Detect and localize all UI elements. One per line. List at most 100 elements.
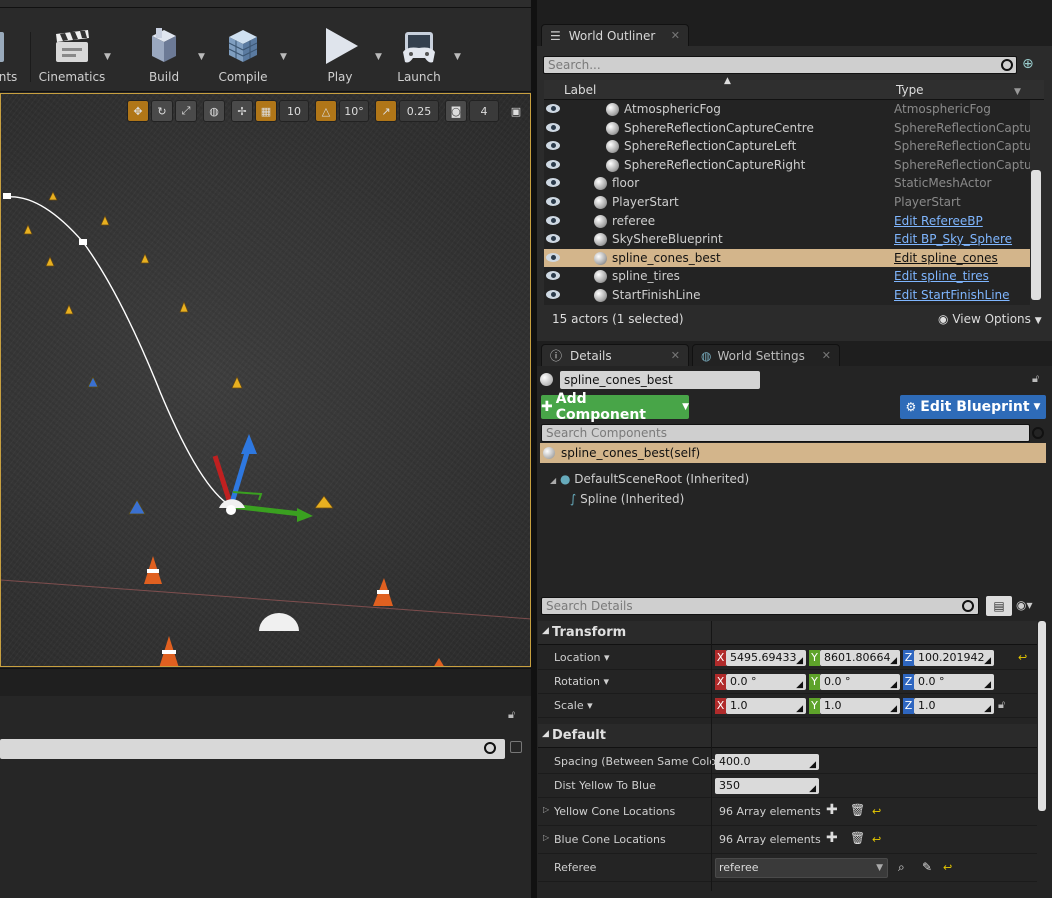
property-column-divider[interactable] — [711, 621, 712, 891]
chevron-down-icon[interactable]: ▼ — [1014, 87, 1021, 97]
toolbar-content-button[interactable]: nts — [0, 26, 20, 84]
visibility-eye-icon[interactable] — [546, 178, 560, 188]
eyedropper-icon[interactable]: ✎ — [922, 860, 932, 874]
toolbar-cinematics-button[interactable]: Cinematics — [38, 26, 106, 84]
col-label[interactable]: Label — [564, 83, 596, 97]
close-icon[interactable]: ✕ — [671, 349, 680, 362]
world-space-icon[interactable]: ◍ — [203, 100, 225, 122]
search-details-input[interactable]: Search Details — [541, 597, 979, 615]
reset-to-default-icon[interactable]: ↩ — [943, 861, 952, 874]
build-dropdown-icon[interactable]: ▼ — [198, 52, 205, 62]
outliner-row[interactable]: floor StaticMeshActor — [544, 174, 1030, 193]
save-search-icon[interactable] — [510, 741, 522, 753]
level-viewport[interactable]: ✥ ↻ ⤢ ◍ ✢ ▦ 10 △ 10° ↗ 0.25 ◙ 4 ▣ — [0, 93, 531, 667]
cinematics-dropdown-icon[interactable]: ▼ — [104, 52, 111, 62]
outliner-row[interactable]: SkyShereBlueprint Edit BP_Sky_Sphere — [544, 230, 1030, 249]
component-self-row[interactable]: spline_cones_best(self) — [540, 443, 1046, 463]
search-components-input[interactable]: Search Components — [541, 424, 1030, 442]
visibility-eye-icon[interactable] — [546, 196, 560, 206]
camera-speed-value[interactable]: 4 — [469, 100, 499, 122]
edit-blueprint-link[interactable]: Edit spline_tires — [894, 269, 989, 283]
reset-to-default-icon[interactable]: ↩ — [872, 833, 881, 846]
outliner-row[interactable]: SphereReflectionCaptureRight SphereReflec… — [544, 156, 1030, 175]
add-component-button[interactable]: ✚ Add Component ▼ — [541, 391, 689, 423]
property-matrix-icon[interactable]: ▤ — [986, 596, 1012, 616]
browse-search-icon[interactable]: ⌕ — [898, 860, 905, 875]
location-x-field[interactable]: 5495.69433 ◢ — [726, 650, 806, 666]
dist-field[interactable]: 350 ◢ — [715, 778, 819, 794]
bottom-search-input[interactable] — [0, 739, 505, 759]
component-root-row[interactable]: ◢ ● DefaultSceneRoot (Inherited) — [550, 472, 749, 486]
tab-details[interactable]: ⓘ Details ✕ — [541, 344, 689, 366]
toolbar-play-button[interactable]: Play — [316, 26, 364, 84]
location-y-field[interactable]: 8601.80664 ◢ — [820, 650, 900, 666]
edit-blueprint-link[interactable]: Edit RefereeBP — [894, 214, 983, 228]
visibility-eye-icon[interactable] — [546, 141, 560, 151]
visibility-eye-icon[interactable] — [546, 289, 560, 299]
view-options-button[interactable]: ◉ View Options ▼ — [938, 312, 1042, 326]
visibility-eye-icon[interactable] — [546, 104, 560, 113]
toolbar-build-button[interactable]: Build — [142, 26, 186, 84]
add-element-icon[interactable]: ✚ — [826, 802, 838, 818]
add-filter-icon[interactable]: ⊕ — [1022, 56, 1034, 72]
outliner-row[interactable]: SphereReflectionCaptureCentre SphereRefle… — [544, 119, 1030, 138]
rotation-z-field[interactable]: 0.0 ° ◢ — [914, 674, 994, 690]
trash-icon[interactable]: 🗑︎ — [850, 831, 865, 845]
outliner-row[interactable]: SphereReflectionCaptureLeft SphereReflect… — [544, 137, 1030, 156]
visibility-options-icon[interactable]: ◉▾ — [1016, 598, 1033, 612]
default-section-header[interactable]: ◢ Default — [538, 724, 1037, 748]
tab-world-settings[interactable]: ◍ World Settings ✕ — [692, 344, 840, 366]
toolbar-compile-button[interactable]: Compile — [218, 26, 268, 84]
scale-snap-value[interactable]: 0.25 — [399, 100, 439, 122]
scale-y-field[interactable]: 1.0 ◢ — [820, 698, 900, 714]
trash-icon[interactable]: 🗑︎ — [850, 803, 865, 817]
rotation-x-field[interactable]: 0.0 ° ◢ — [726, 674, 806, 690]
transform-section-header[interactable]: ◢ Transform — [538, 621, 1037, 645]
compile-dropdown-icon[interactable]: ▼ — [280, 52, 287, 62]
lock-icon[interactable]: 🔓︎ — [508, 708, 515, 722]
surface-snap-icon[interactable]: ✢ — [231, 100, 253, 122]
expand-triangle-icon[interactable]: ▷ — [543, 833, 549, 842]
outliner-scrollbar[interactable] — [1031, 170, 1041, 300]
scale-x-field[interactable]: 1.0 ◢ — [726, 698, 806, 714]
toolbar-launch-button[interactable]: Launch — [394, 26, 444, 84]
rotation-snap-value[interactable]: 10° — [339, 100, 369, 122]
visibility-eye-icon[interactable] — [546, 122, 560, 132]
outliner-row[interactable]: spline_cones_best Edit spline_cones — [544, 248, 1030, 268]
visibility-eye-icon[interactable] — [546, 159, 560, 169]
translate-mode-icon[interactable]: ✥ — [127, 100, 149, 122]
outliner-row[interactable]: StartFinishLine Edit StartFinishLine — [544, 286, 1030, 305]
camera-speed-icon[interactable]: ◙ — [445, 100, 467, 122]
reset-to-default-icon[interactable]: ↩ — [872, 805, 881, 818]
close-icon[interactable]: ✕ — [822, 349, 831, 362]
location-z-field[interactable]: 100.201942 ◢ — [914, 650, 994, 666]
visibility-eye-icon[interactable] — [546, 234, 560, 244]
rotate-mode-icon[interactable]: ↻ — [151, 100, 173, 122]
launch-dropdown-icon[interactable]: ▼ — [454, 52, 461, 62]
rotation-label[interactable]: Rotation ▾ — [554, 675, 609, 688]
details-scrollbar[interactable] — [1038, 621, 1046, 811]
lock-icon[interactable]: 🔓︎ — [1032, 372, 1039, 386]
location-label[interactable]: Location ▾ — [554, 651, 610, 664]
spacing-field[interactable]: 400.0 ◢ — [715, 754, 819, 770]
add-element-icon[interactable]: ✚ — [826, 830, 838, 846]
visibility-eye-icon[interactable] — [546, 271, 560, 281]
grid-snap-icon[interactable]: ▦ — [255, 100, 277, 122]
edit-blueprint-link[interactable]: Edit StartFinishLine — [894, 288, 1010, 302]
outliner-row[interactable]: spline_tires Edit spline_tires — [544, 267, 1030, 286]
play-dropdown-icon[interactable]: ▼ — [375, 52, 382, 62]
component-spline-row[interactable]: ∫ Spline (Inherited) — [570, 492, 684, 506]
lock-scale-icon[interactable]: 🔓︎ — [998, 698, 1005, 712]
edit-blueprint-link[interactable]: Edit spline_cones — [894, 251, 998, 265]
expand-triangle-icon[interactable]: ▷ — [543, 805, 549, 814]
outliner-row[interactable]: PlayerStart PlayerStart — [544, 193, 1030, 212]
visibility-eye-icon[interactable] — [546, 215, 560, 225]
outliner-row[interactable]: referee Edit RefereeBP — [544, 212, 1030, 231]
scale-mode-icon[interactable]: ⤢ — [175, 100, 197, 122]
maximize-viewport-icon[interactable]: ▣ — [505, 100, 527, 122]
referee-select[interactable]: referee ▼ — [715, 858, 888, 878]
tab-world-outliner[interactable]: ☰ World Outliner ✕ — [541, 24, 689, 46]
grid-snap-value[interactable]: 10 — [279, 100, 309, 122]
rotation-y-field[interactable]: 0.0 ° ◢ — [820, 674, 900, 690]
close-icon[interactable]: ✕ — [671, 29, 680, 42]
